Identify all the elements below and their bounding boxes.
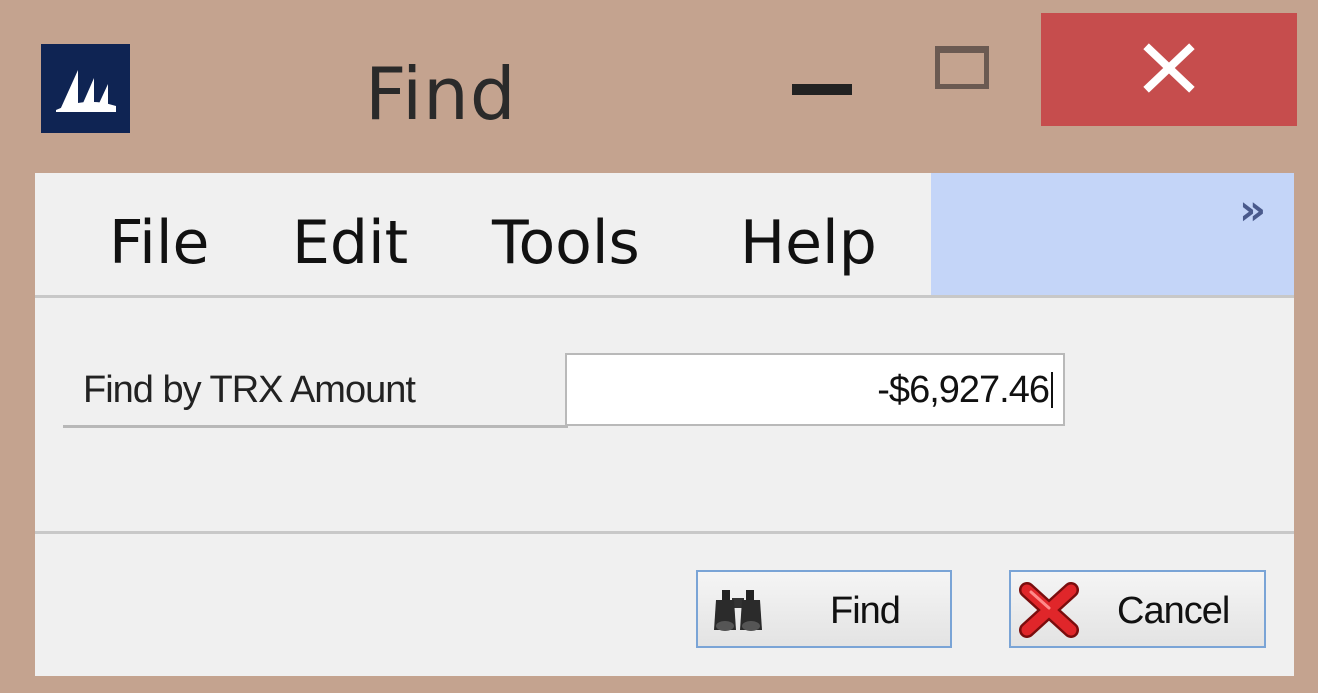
trx-amount-value: -$6,927.46 (877, 369, 1050, 411)
cancel-button-label: Cancel (1117, 590, 1230, 632)
menu-bar: File Edit Tools Help » (35, 173, 1294, 298)
maximize-icon (935, 46, 989, 89)
chevron-double-right-icon[interactable]: » (1239, 185, 1266, 234)
close-icon (1143, 43, 1195, 93)
trx-amount-label: Find by TRX Amount (83, 369, 416, 411)
menu-item-file[interactable]: File (109, 208, 209, 278)
maximize-button[interactable] (920, 36, 1010, 112)
cancel-button[interactable]: Cancel (1009, 570, 1266, 648)
dialog-body: File Edit Tools Help » Find by TRX Amoun… (35, 173, 1294, 676)
button-area-divider (35, 531, 1294, 534)
trx-amount-row: Find by TRX Amount -$6,927.46 (63, 353, 1073, 429)
menu-item-help[interactable]: Help (740, 208, 877, 278)
menu-item-tools[interactable]: Tools (492, 208, 640, 278)
dynamics-gp-logo-icon (41, 44, 130, 133)
label-underline (63, 425, 568, 428)
close-button[interactable] (1041, 13, 1297, 126)
trx-amount-input[interactable]: -$6,927.46 (565, 353, 1065, 426)
binoculars-icon (712, 586, 764, 644)
window-title: Find (365, 52, 517, 136)
title-bar[interactable]: Find (0, 0, 1318, 172)
red-x-icon (1019, 582, 1079, 648)
find-dialog: Find File Edit Tools Help » Find by TRX … (0, 0, 1318, 693)
find-button[interactable]: Find (696, 570, 952, 648)
text-caret (1051, 372, 1053, 408)
minimize-button[interactable] (782, 40, 862, 130)
minimize-icon (792, 84, 852, 95)
find-button-label: Find (830, 590, 901, 632)
menu-item-edit[interactable]: Edit (292, 208, 408, 278)
